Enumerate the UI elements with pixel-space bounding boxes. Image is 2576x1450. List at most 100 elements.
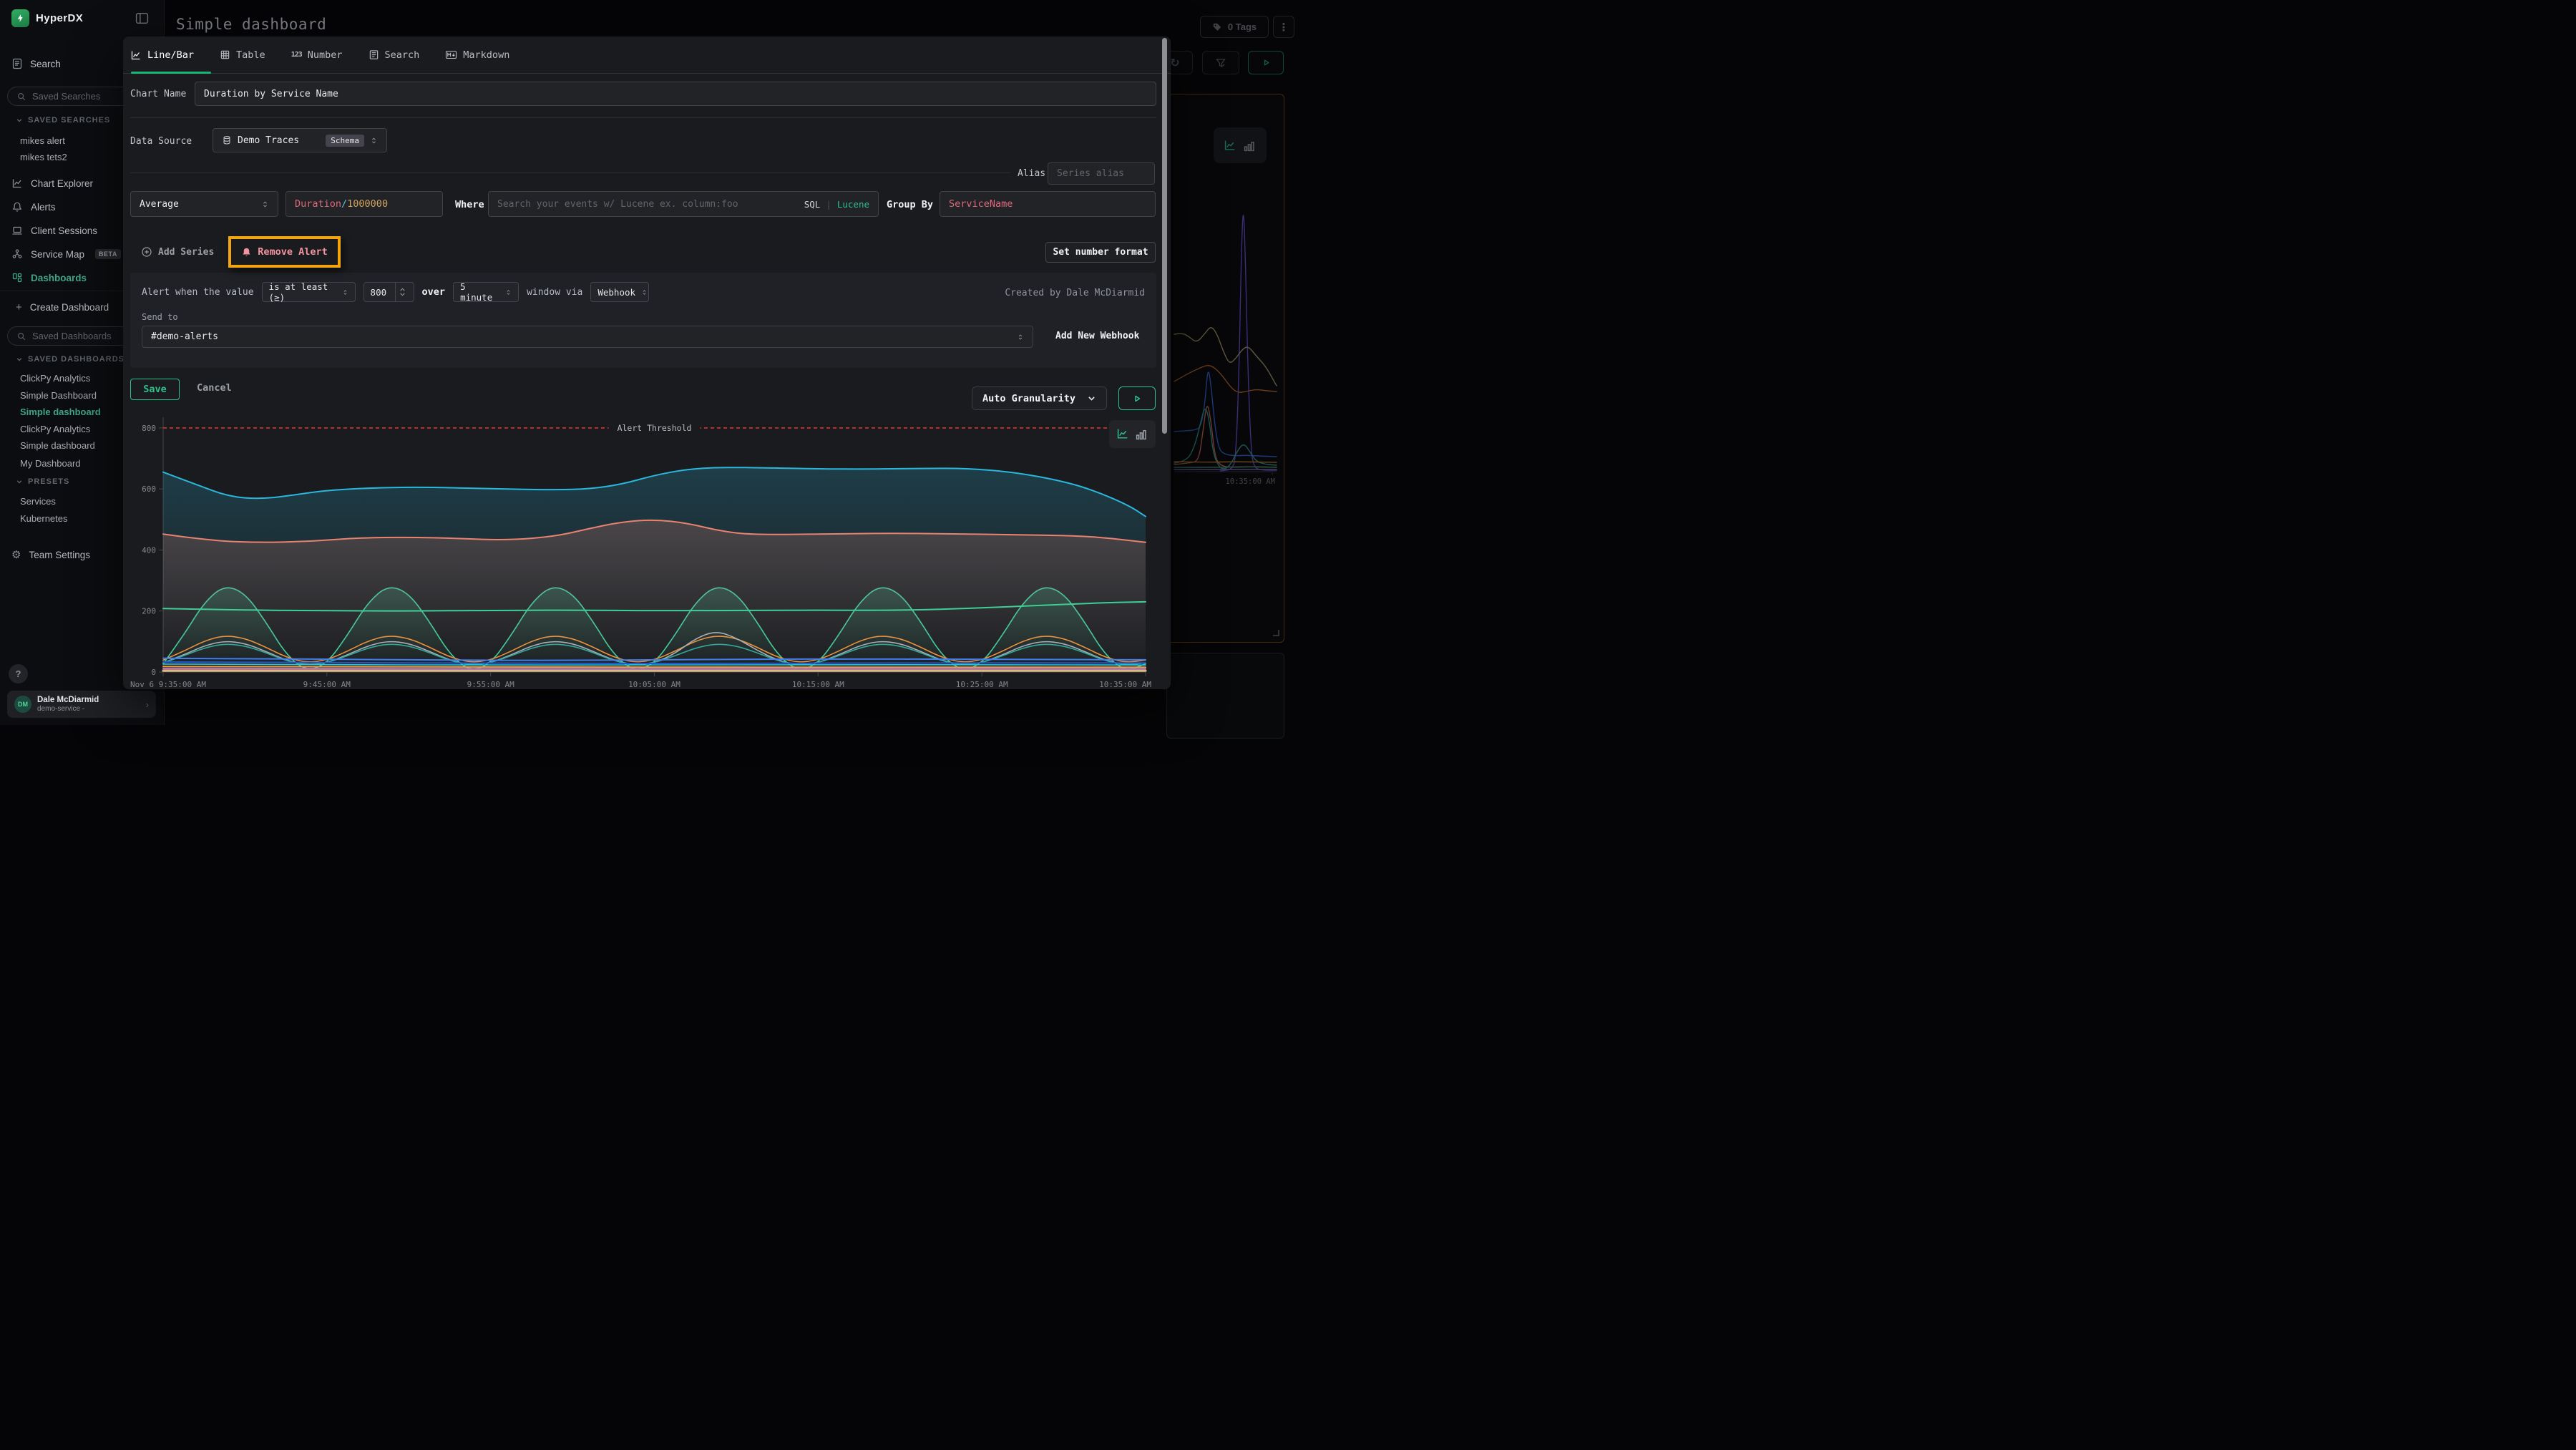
circle-plus-icon — [141, 246, 152, 258]
markdown-tab-icon — [445, 49, 457, 60]
presets-header[interactable]: PRESETS — [16, 477, 69, 486]
group-by-input[interactable]: ServiceName — [940, 191, 1156, 217]
dashboard-list-item[interactable]: ClickPy Analytics — [20, 370, 90, 386]
user-menu[interactable]: DM Dale McDiarmid demo-service - › — [7, 691, 156, 718]
saved-search-item[interactable]: mikes tets2 — [20, 149, 67, 165]
remove-alert-button[interactable]: Remove Alert — [258, 246, 328, 258]
cancel-button[interactable]: Cancel — [197, 382, 232, 394]
alert-condition-select[interactable]: is at least (≥) — [262, 282, 356, 302]
search-tab-icon — [369, 49, 379, 60]
send-to-select[interactable]: #demo-alerts — [142, 326, 1033, 348]
filter-icon — [1215, 57, 1226, 69]
active-tab-underline — [131, 72, 211, 74]
schema-badge[interactable]: Schema — [326, 135, 364, 147]
tab-line-bar[interactable]: Line/Bar — [130, 49, 194, 61]
user-name: Dale McDiarmid — [37, 696, 99, 705]
sidebar-item-client-sessions[interactable]: Client Sessions — [11, 220, 97, 240]
alias-label: Alias — [1018, 168, 1045, 179]
chart-name-label: Chart Name — [130, 89, 186, 99]
modal-scrollbar[interactable] — [1162, 38, 1167, 434]
page-title: Simple dashboard — [176, 16, 326, 33]
help-button[interactable]: ? — [9, 664, 28, 683]
divider — [130, 117, 1156, 118]
sidebar-item-chart-explorer[interactable]: Chart Explorer — [11, 173, 93, 193]
data-source-select[interactable]: Demo Traces Schema — [213, 128, 387, 152]
aggregation-select[interactable]: Average — [130, 191, 278, 217]
group-by-label: Group By — [887, 199, 933, 210]
tab-table[interactable]: Table — [220, 49, 265, 61]
chart-type-toggle — [1109, 420, 1156, 448]
alert-config-panel: Alert when the value is at least (≥) 800… — [130, 273, 1156, 368]
tile-resize-handle[interactable] — [1273, 630, 1279, 636]
sidebar-item-alerts[interactable]: Alerts — [11, 197, 56, 217]
sidebar-item-team-settings[interactable]: ⚙ Team Settings — [11, 545, 90, 565]
line-chart-icon[interactable] — [1117, 428, 1129, 440]
dashboard-list-item[interactable]: ClickPy Analytics — [20, 421, 90, 437]
hyperdx-logo-icon — [11, 9, 29, 27]
dashboard-list-item-active[interactable]: Simple dashboard — [20, 404, 101, 419]
add-series-button[interactable]: Add Series — [141, 246, 214, 258]
add-new-webhook-button[interactable]: Add New Webhook — [1055, 331, 1139, 341]
bell-icon — [11, 201, 23, 213]
lucene-mode-toggle[interactable]: Lucene — [837, 199, 869, 210]
granularity-select[interactable]: Auto Granularity — [972, 386, 1107, 410]
run-query-button-background[interactable] — [1248, 51, 1284, 74]
number-stepper[interactable] — [395, 283, 406, 301]
chevron-updown-icon — [641, 288, 648, 296]
chevron-updown-icon — [1017, 333, 1024, 341]
brand[interactable]: HyperDX — [11, 9, 83, 27]
save-button[interactable]: Save — [130, 379, 180, 400]
play-icon — [1131, 393, 1143, 404]
dashboard-tile-behind[interactable]: 10:35:00 AM — [1166, 94, 1284, 643]
dashboard-list-item[interactable]: Simple dashboard — [20, 437, 95, 453]
line-bar-tab-icon — [130, 49, 142, 61]
chevron-updown-icon — [261, 200, 269, 209]
preset-item-services[interactable]: Services — [20, 493, 56, 509]
tab-search[interactable]: Search — [369, 49, 420, 61]
dashboard-list-item[interactable]: Simple Dashboard — [20, 387, 97, 403]
saved-search-item[interactable]: mikes alert — [20, 132, 65, 148]
svg-text:Nov 6 9:35:00 AM: Nov 6 9:35:00 AM — [130, 680, 206, 689]
dashboard-list-item[interactable]: My Dashboard — [20, 455, 81, 471]
bell-icon — [241, 247, 252, 258]
preset-item-kubernetes[interactable]: Kubernetes — [20, 510, 68, 526]
gear-icon: ⚙ — [11, 548, 21, 561]
chevron-updown-icon — [342, 288, 348, 296]
chart-name-input[interactable]: Duration by Service Name — [195, 82, 1156, 106]
tags-button[interactable]: 0 Tags — [1200, 16, 1269, 38]
chevron-down-icon — [16, 478, 23, 485]
field-expression-input[interactable]: Duration/1000000 — [286, 191, 443, 217]
sidebar-item-dashboards[interactable]: Dashboards — [11, 268, 87, 288]
chevron-updown-icon — [505, 288, 512, 296]
alert-channel-select[interactable]: Webhook — [590, 282, 649, 302]
create-dashboard-button[interactable]: + Create Dashboard — [16, 297, 109, 317]
sidebar-item-service-map[interactable]: Service Map BETA — [11, 244, 121, 264]
divider — [130, 172, 1010, 173]
where-search-input[interactable]: Search your events w/ Lucene ex. column:… — [488, 191, 879, 217]
svg-text:10:35:00 AM: 10:35:00 AM — [1225, 477, 1275, 486]
kebab-menu-button[interactable]: ⋮ — [1273, 16, 1294, 38]
svg-text:Alert Threshold: Alert Threshold — [618, 423, 692, 433]
sidebar-item-search[interactable]: Search — [11, 54, 61, 74]
series-alias-input[interactable]: Series alias — [1048, 162, 1155, 185]
filter-button[interactable] — [1202, 51, 1239, 74]
created-by-text: Created by Dale McDiarmid — [1005, 288, 1145, 298]
saved-searches-header[interactable]: SAVED SEARCHES — [16, 116, 110, 125]
tab-markdown[interactable]: Markdown — [445, 49, 509, 61]
number-tab-icon: 123 — [291, 51, 302, 59]
bar-chart-icon[interactable] — [1136, 428, 1148, 440]
remove-alert-highlight: Remove Alert — [228, 236, 341, 268]
sidebar-collapse-button[interactable] — [135, 12, 149, 24]
sql-mode-toggle[interactable]: SQL — [804, 199, 821, 210]
alert-threshold-input[interactable]: 800 — [364, 282, 414, 302]
set-number-format-button[interactable]: Set number format — [1045, 242, 1156, 263]
tab-number[interactable]: 123 Number — [291, 49, 343, 61]
alert-window-select[interactable]: 5 minute — [453, 282, 519, 302]
plus-icon: + — [16, 301, 22, 313]
dashboard-tile-below[interactable] — [1166, 653, 1284, 739]
tag-icon — [1212, 22, 1222, 32]
duration-by-service-chart: 0200400600800Nov 6 9:35:00 AM9:45:00 AM9… — [123, 409, 1163, 689]
svg-text:10:25:00 AM: 10:25:00 AM — [956, 680, 1008, 689]
saved-dashboards-header[interactable]: SAVED DASHBOARDS — [16, 355, 125, 364]
run-chart-button[interactable] — [1118, 386, 1156, 410]
